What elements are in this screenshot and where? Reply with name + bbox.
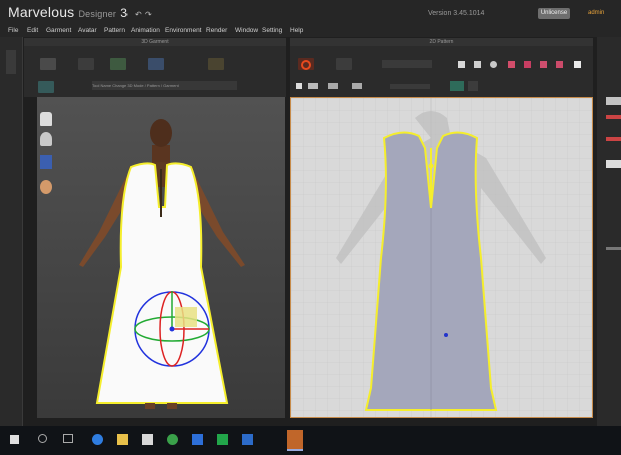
avatar-scene [37,97,285,418]
menu-window[interactable]: Window [235,27,258,34]
brand-sub: Designer [78,9,117,19]
save-icon[interactable]: ▪ [125,10,128,19]
menu-edit[interactable]: Edit [27,27,38,34]
menu-environment[interactable]: Environment [165,27,202,34]
task-view-icon[interactable] [63,434,73,443]
marvelous-icon[interactable] [287,430,303,451]
freesew-tool-icon[interactable] [540,61,547,68]
search-icon[interactable] [38,434,47,443]
viewport-3d[interactable] [37,97,285,418]
menu-animation[interactable]: Animation [131,27,160,34]
version-label: Version 3.45.1014 [428,10,485,17]
panel-header-2d: 2D Pattern [290,38,593,46]
menu-setting[interactable]: Setting [262,27,282,34]
property-panel [597,37,621,426]
file-explorer-icon[interactable] [117,434,128,445]
toolbar-3d: Tool Name Change 3D Mode / Pattern / Gar… [24,46,286,97]
circle-tool-icon[interactable] [490,61,497,68]
menu-avatar[interactable]: Avatar [78,27,97,34]
pattern-tool-icon[interactable] [458,61,465,68]
library-tab[interactable] [6,50,16,74]
user-button[interactable]: admin [588,8,621,19]
app-icon[interactable] [192,434,203,445]
menu-garment[interactable]: Garment [46,27,71,34]
2d-slider[interactable] [390,84,430,89]
license-button[interactable]: Unlicense [538,8,570,19]
outlook-icon[interactable] [242,434,253,445]
garment-icon[interactable] [40,112,52,126]
record-swirl-icon [301,60,311,70]
viewport-2d[interactable] [290,97,593,418]
redo-icon[interactable]: ↷ [145,10,152,19]
panel-header-3d: 3D Garment [24,38,286,46]
menu-render[interactable]: Render [206,27,227,34]
face-icon[interactable] [40,180,52,194]
brand-name: Marvelous [8,4,75,20]
sheets-icon[interactable] [217,434,228,445]
segment-tool-icon[interactable] [524,61,531,68]
sew-tool-icon[interactable] [508,61,515,68]
chrome-icon[interactable] [167,434,178,445]
left-sidebar [0,37,23,426]
curve-tool-icon[interactable] [328,83,338,89]
menu-pattern[interactable]: Pattern [104,27,125,34]
transform-tool-icon[interactable] [296,83,302,89]
grid-tool-icon[interactable] [468,81,478,91]
property-tab[interactable] [606,97,621,105]
move-tool-icon[interactable] [78,58,94,70]
menu-bar: File Edit Garment Avatar Pattern Animati… [0,26,621,37]
menu-help[interactable]: Help [290,27,303,34]
app-brand: Marvelous Designer 3 [8,4,127,20]
pattern-canvas [291,98,592,417]
view-tool-icon[interactable] [38,81,54,93]
edge-icon[interactable] [92,434,103,445]
timeline-slider[interactable] [382,60,432,68]
hanger-icon[interactable] [40,155,52,169]
property-field[interactable] [606,160,621,168]
avatar-tool-icon[interactable] [208,58,224,70]
record-tool-icon[interactable] [298,58,314,70]
play-tool-icon[interactable] [336,58,352,70]
pin-tool-icon[interactable] [148,58,164,70]
store-icon[interactable] [142,434,153,445]
dart-tool-icon[interactable] [352,83,362,89]
rect-tool-icon[interactable] [474,61,481,68]
simulate-tool-icon[interactable] [110,58,126,70]
warning-label-2 [606,137,621,141]
taskbar [0,426,621,455]
toolbar-2d [290,46,593,97]
texture-tool-icon[interactable] [450,81,464,91]
warning-label [606,115,621,119]
menu-file[interactable]: File [8,27,18,34]
windows-start-icon[interactable] [10,435,19,444]
divider [606,247,621,250]
fold-tool-icon[interactable] [574,61,581,68]
edit-point-tool-icon[interactable] [308,83,318,89]
edit-sew-tool-icon[interactable] [556,61,563,68]
avatar-icon[interactable] [40,132,52,146]
select-tool-icon[interactable] [40,58,56,70]
tool-name-field[interactable]: Tool Name Change 3D Mode / Pattern / Gar… [92,81,237,90]
undo-icon[interactable]: ↶ [135,10,142,19]
